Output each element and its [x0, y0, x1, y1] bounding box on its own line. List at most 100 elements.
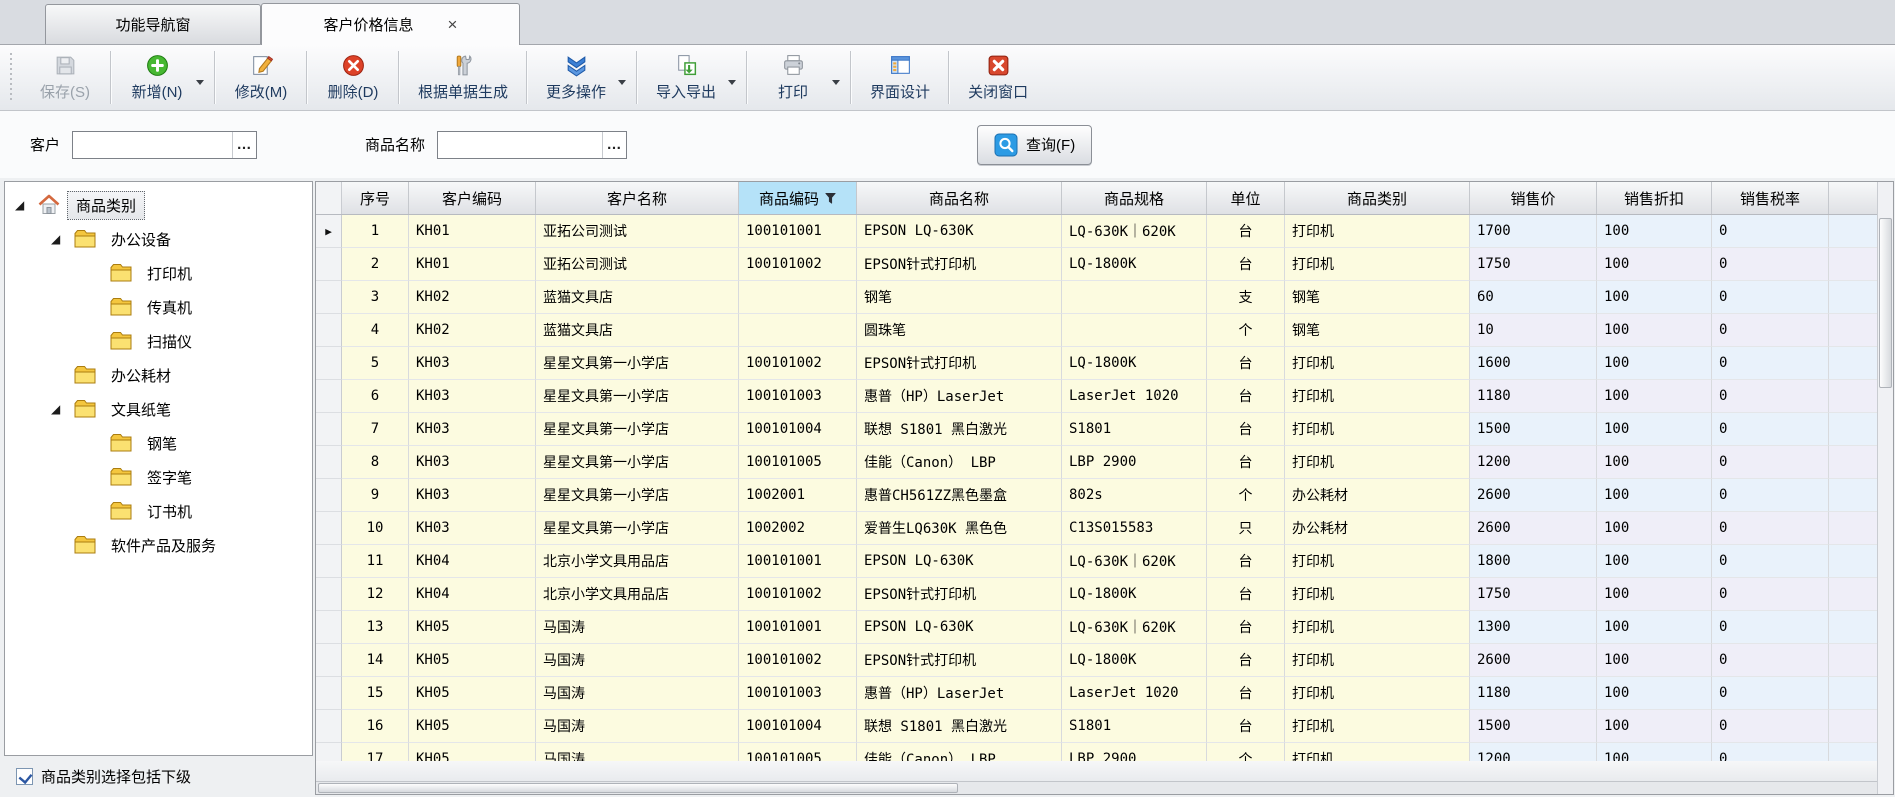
- column-header-4[interactable]: 商品编码: [739, 182, 857, 214]
- cell[interactable]: 打印机: [1285, 380, 1470, 413]
- cell[interactable]: LQ-630K｜620K: [1062, 611, 1207, 644]
- cell[interactable]: 1200: [1470, 446, 1597, 479]
- cell[interactable]: 7: [342, 413, 409, 446]
- cell[interactable]: 个: [1207, 479, 1285, 512]
- tree-node-stationery[interactable]: ◢ 文具纸笔: [5, 392, 312, 426]
- cell[interactable]: [1062, 314, 1207, 347]
- cell[interactable]: 打印机: [1285, 413, 1470, 446]
- cell[interactable]: 台: [1207, 677, 1285, 710]
- cell[interactable]: 100: [1597, 710, 1712, 743]
- cell[interactable]: 1600: [1470, 347, 1597, 380]
- cell[interactable]: 惠普CH561ZZ黑色墨盒: [857, 479, 1062, 512]
- cell[interactable]: KH05: [409, 743, 536, 761]
- cell[interactable]: 100: [1597, 611, 1712, 644]
- cell[interactable]: 14: [342, 644, 409, 677]
- cell[interactable]: LQ-630K｜620K: [1062, 215, 1207, 248]
- cell[interactable]: 100101005: [739, 743, 857, 761]
- cell[interactable]: 爱普生LQ630K 黑色色: [857, 512, 1062, 545]
- cell[interactable]: 0: [1712, 248, 1829, 281]
- cell[interactable]: 100101002: [739, 248, 857, 281]
- cell[interactable]: 10: [1470, 314, 1597, 347]
- edit-button[interactable]: 修改(M): [218, 45, 304, 110]
- cell[interactable]: KH03: [409, 479, 536, 512]
- table-row[interactable]: 2KH01亚拓公司测试100101002EPSON针式打印机LQ-1800K台打…: [316, 248, 1877, 281]
- cell[interactable]: 打印机: [1285, 215, 1470, 248]
- cell[interactable]: 1500: [1470, 710, 1597, 743]
- cell[interactable]: 个: [1207, 314, 1285, 347]
- row-selector[interactable]: [316, 479, 342, 512]
- toolbar-grip[interactable]: [6, 53, 20, 102]
- cell[interactable]: 3: [342, 281, 409, 314]
- row-selector[interactable]: [316, 578, 342, 611]
- table-row[interactable]: 6KH03星星文具第一小学店100101003惠普（HP）LaserJetLas…: [316, 380, 1877, 413]
- cell[interactable]: 100101001: [739, 611, 857, 644]
- cell[interactable]: 100101003: [739, 677, 857, 710]
- row-selector[interactable]: [316, 347, 342, 380]
- cell[interactable]: C13S015583: [1062, 512, 1207, 545]
- cell[interactable]: 台: [1207, 413, 1285, 446]
- table-row[interactable]: 7KH03星星文具第一小学店100101004联想 S1801 黑白激光S180…: [316, 413, 1877, 446]
- row-selector[interactable]: [316, 611, 342, 644]
- cell[interactable]: 0: [1712, 677, 1829, 710]
- cell[interactable]: 0: [1712, 446, 1829, 479]
- cell[interactable]: 台: [1207, 347, 1285, 380]
- cell[interactable]: 10: [342, 512, 409, 545]
- expander-icon[interactable]: ◢: [15, 198, 37, 212]
- cell[interactable]: 0: [1712, 314, 1829, 347]
- expander-icon[interactable]: ◢: [51, 402, 73, 416]
- import-export-dropdown-arrow[interactable]: [728, 80, 736, 89]
- cell[interactable]: 星星文具第一小学店: [536, 512, 739, 545]
- row-selector[interactable]: [316, 644, 342, 677]
- row-selector[interactable]: [316, 512, 342, 545]
- add-button[interactable]: 新增(N): [114, 45, 200, 110]
- cell[interactable]: 100: [1597, 743, 1712, 761]
- cell[interactable]: S1801: [1062, 710, 1207, 743]
- cell[interactable]: 2600: [1470, 479, 1597, 512]
- cell[interactable]: 0: [1712, 479, 1829, 512]
- cell[interactable]: KH05: [409, 611, 536, 644]
- cell[interactable]: 台: [1207, 710, 1285, 743]
- table-row[interactable]: 12KH04北京小学文具用品店100101002EPSON针式打印机LQ-180…: [316, 578, 1877, 611]
- cell[interactable]: LQ-1800K: [1062, 644, 1207, 677]
- cell[interactable]: 1180: [1470, 677, 1597, 710]
- cell[interactable]: 0: [1712, 578, 1829, 611]
- cell[interactable]: 0: [1712, 545, 1829, 578]
- cell[interactable]: 1180: [1470, 380, 1597, 413]
- product-browse-button[interactable]: …: [602, 132, 626, 158]
- tab-function-nav[interactable]: 功能导航窗: [45, 4, 261, 44]
- cell[interactable]: KH03: [409, 512, 536, 545]
- cell[interactable]: EPSON针式打印机: [857, 644, 1062, 677]
- cell[interactable]: 亚拓公司测试: [536, 248, 739, 281]
- cell[interactable]: 12: [342, 578, 409, 611]
- cell[interactable]: 钢笔: [1285, 281, 1470, 314]
- cell[interactable]: 100101004: [739, 710, 857, 743]
- cell[interactable]: 惠普（HP）LaserJet: [857, 677, 1062, 710]
- cell[interactable]: 100101004: [739, 413, 857, 446]
- cell[interactable]: 钢笔: [1285, 314, 1470, 347]
- cell[interactable]: 只: [1207, 512, 1285, 545]
- cell[interactable]: 60: [1470, 281, 1597, 314]
- include-sub-category-checkbox[interactable]: [16, 768, 33, 785]
- cell[interactable]: 支: [1207, 281, 1285, 314]
- column-header-6[interactable]: 商品规格: [1062, 182, 1207, 214]
- cell[interactable]: 2: [342, 248, 409, 281]
- cell[interactable]: KH03: [409, 380, 536, 413]
- cell[interactable]: 蓝猫文具店: [536, 314, 739, 347]
- column-header-2[interactable]: 客户编码: [409, 182, 536, 214]
- tree-node-office-equipment[interactable]: ◢ 办公设备: [5, 222, 312, 256]
- cell[interactable]: 星星文具第一小学店: [536, 479, 739, 512]
- cell[interactable]: 0: [1712, 413, 1829, 446]
- cell[interactable]: KH02: [409, 314, 536, 347]
- cell[interactable]: EPSON针式打印机: [857, 248, 1062, 281]
- cell[interactable]: 北京小学文具用品店: [536, 578, 739, 611]
- cell[interactable]: KH03: [409, 347, 536, 380]
- customer-browse-button[interactable]: …: [232, 132, 256, 158]
- cell[interactable]: 1800: [1470, 545, 1597, 578]
- cell[interactable]: 办公耗材: [1285, 512, 1470, 545]
- cell[interactable]: 4: [342, 314, 409, 347]
- cell[interactable]: 11: [342, 545, 409, 578]
- row-selector[interactable]: [316, 281, 342, 314]
- cell[interactable]: LQ-1800K: [1062, 347, 1207, 380]
- more-actions-dropdown-arrow[interactable]: [618, 80, 626, 89]
- tree-node-printer[interactable]: 打印机: [5, 256, 312, 290]
